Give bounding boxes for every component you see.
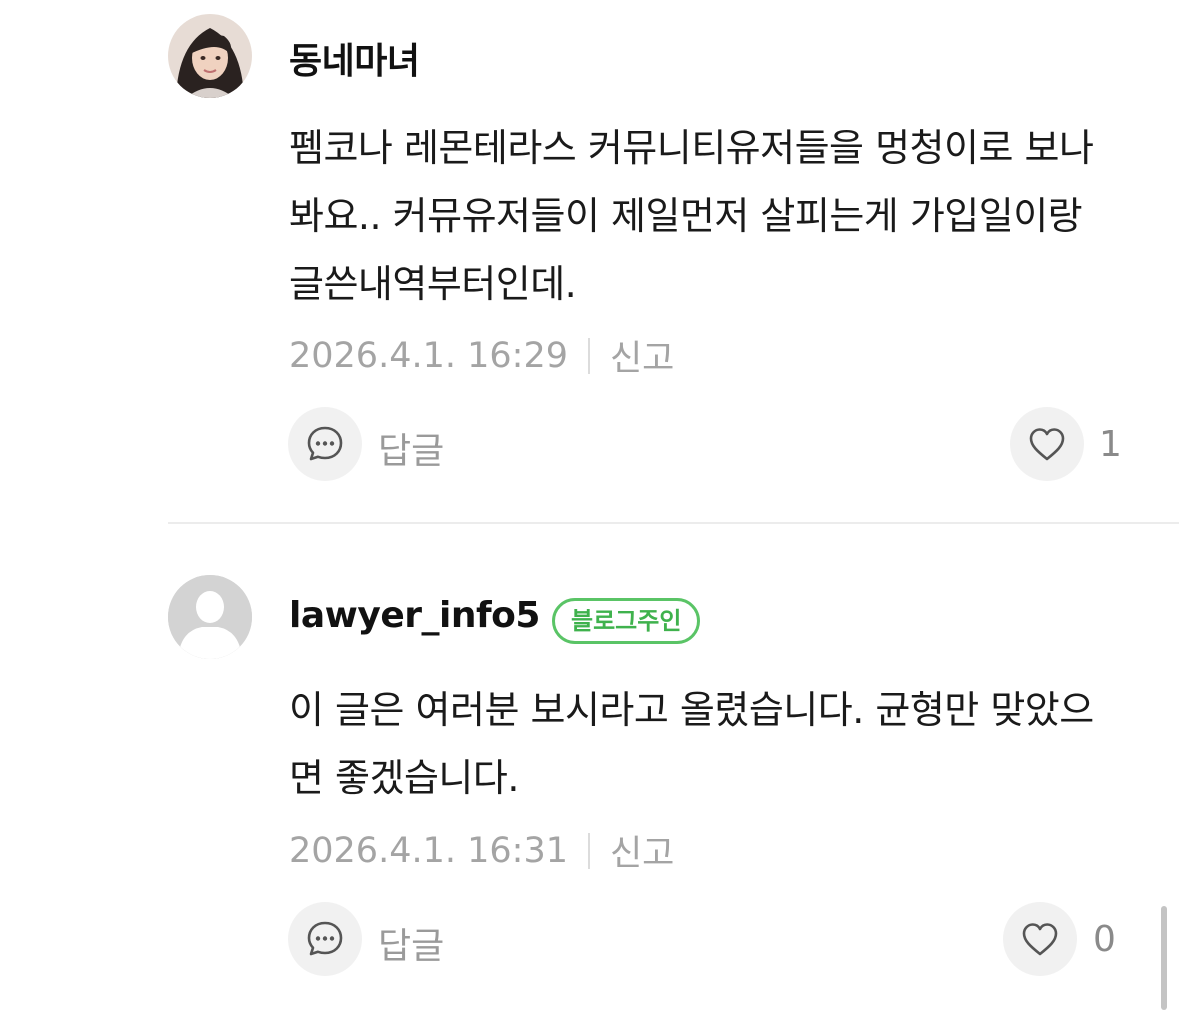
user-photo-avatar-icon: [168, 14, 252, 98]
reply-button[interactable]: [288, 407, 362, 481]
comment-author[interactable]: 동네마녀: [289, 32, 420, 84]
reply-label[interactable]: 답글: [378, 422, 444, 474]
report-link[interactable]: 신고: [610, 825, 674, 876]
comment-meta: 2026.4.1. 16:31 신고: [289, 825, 674, 876]
comment-timestamp: 2026.4.1. 16:29: [289, 335, 568, 376]
like-button[interactable]: [1010, 407, 1084, 481]
speech-bubble-icon: [307, 921, 343, 956]
comment-timestamp: 2026.4.1. 16:31: [289, 830, 568, 871]
comment-meta: 2026.4.1. 16:29 신고: [289, 330, 674, 381]
comment-text: 펨코나 레몬테라스 커뮤니티유저들을 멍청이로 보나봐요.. 커뮤유저들이 제일…: [289, 126, 1094, 306]
speech-bubble-icon: [307, 426, 343, 461]
scrollbar[interactable]: [1161, 906, 1167, 1010]
like-count: 1: [1099, 424, 1122, 465]
reply-label[interactable]: 답글: [378, 917, 444, 969]
comment-author[interactable]: lawyer_info5: [289, 595, 540, 636]
reply-button[interactable]: [288, 902, 362, 976]
default-user-avatar-icon: [168, 575, 252, 659]
heart-icon: [1022, 923, 1058, 956]
meta-divider: [587, 832, 590, 869]
like-button[interactable]: [1003, 902, 1077, 976]
heart-icon: [1029, 428, 1065, 461]
blog-owner-badge: 블로그주인: [552, 598, 701, 644]
avatar[interactable]: [168, 575, 252, 659]
comment-text: 이 글은 여러분 보시라고 올렸습니다. 균형만 맞았으면 좋겠습니다.: [289, 688, 1094, 800]
like-count: 0: [1093, 919, 1116, 960]
meta-divider: [587, 337, 590, 374]
avatar[interactable]: [168, 14, 252, 98]
report-link[interactable]: 신고: [610, 330, 674, 381]
comment-divider: [168, 522, 1179, 524]
